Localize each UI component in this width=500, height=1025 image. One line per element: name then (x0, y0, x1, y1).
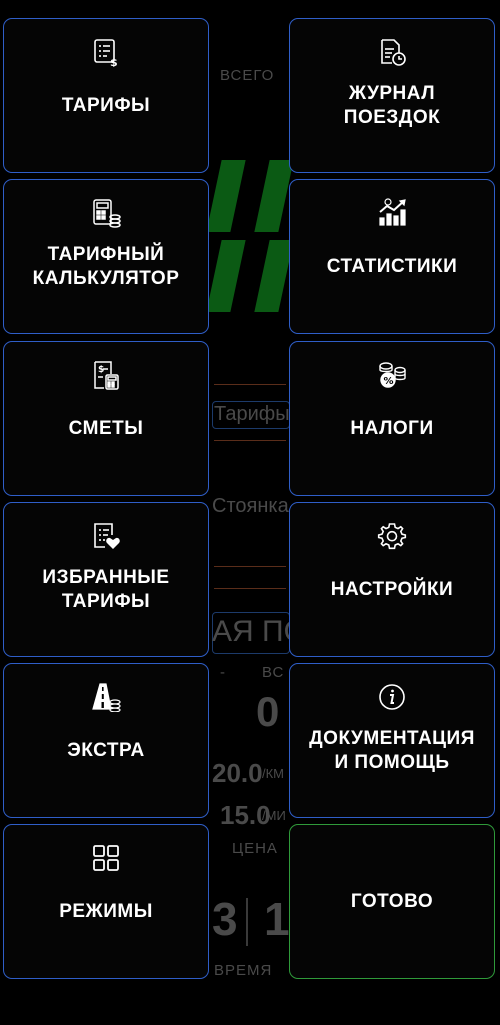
svg-text:%: % (384, 376, 394, 387)
digit-separator (246, 898, 248, 946)
menu-item-label: НАСТРОЙКИ (330, 578, 454, 600)
divider (214, 384, 286, 385)
time-label: ВРЕМЯ (214, 962, 273, 979)
menu-item-label: СМЕТЫ (68, 417, 144, 439)
svg-text:$: $ (110, 56, 118, 67)
total-label: ВСЕГО (220, 67, 275, 84)
road-coins-icon (89, 680, 123, 714)
total-short-label: ВС (262, 664, 285, 681)
dash: - (220, 664, 225, 681)
menu-item-tariff-calculator[interactable]: ТАРИФНЫЙ КАЛЬКУЛЯТОР (3, 179, 209, 334)
svg-text:$: $ (98, 365, 104, 375)
menu-item-modes[interactable]: РЕЖИМЫ (3, 824, 209, 979)
menu-item-extra[interactable]: ЭКСТРА (3, 663, 209, 818)
total-value: 0 (256, 688, 280, 735)
divider (214, 440, 286, 441)
menu-item-label: НАЛОГИ (350, 417, 434, 439)
rate-km: 20.0 (212, 758, 263, 788)
menu-item-label: ТАРИФНЫЙ КАЛЬКУЛЯТОР (32, 243, 180, 289)
tax-coins-icon: % (375, 358, 409, 392)
trip-log-icon (375, 35, 409, 69)
menu-item-label: ТАРИФЫ (61, 94, 151, 116)
done-button[interactable]: ГОТОВО (289, 824, 495, 979)
menu-item-label: СТАТИСТИКИ (326, 255, 458, 277)
digit-segment (206, 160, 246, 232)
done-button-label: ГОТОВО (350, 890, 434, 912)
price-label: ЦЕНА (232, 840, 278, 857)
calculator-coins-icon (89, 196, 123, 230)
menu-item-documentation-help[interactable]: ДОКУМЕНТАЦИЯ И ПОМОЩЬ (289, 663, 495, 818)
menu-item-label: ЭКСТРА (67, 739, 145, 761)
divider (214, 588, 286, 589)
rate-km-unit: /КМ (262, 766, 285, 781)
divider (214, 566, 286, 567)
digit-segment (206, 240, 246, 312)
menu-item-trip-log[interactable]: ЖУРНАЛ ПОЕЗДОК (289, 18, 495, 173)
menu-item-settings[interactable]: НАСТРОЙКИ (289, 502, 495, 657)
estimate-calculator-icon: $ (89, 358, 123, 392)
menu-item-statistics[interactable]: СТАТИСТИКИ (289, 179, 495, 334)
grid-icon (89, 841, 123, 875)
info-icon (375, 680, 409, 714)
menu-item-taxes[interactable]: % НАЛОГИ (289, 341, 495, 496)
gear-icon (375, 519, 409, 553)
digit-right: 1 (264, 893, 290, 945)
statistics-chart-icon (375, 196, 409, 230)
menu-item-label: ИЗБРАННЫЕ ТАРИФЫ (42, 566, 170, 612)
favorite-list-icon (89, 519, 123, 553)
tariff-label: Тарифы (214, 403, 290, 425)
menu-item-label: ЖУРНАЛ ПОЕЗДОК (343, 82, 441, 128)
menu-item-estimates[interactable]: $ СМЕТЫ (3, 341, 209, 496)
menu-item-label: РЕЖИМЫ (59, 900, 153, 922)
price-list-icon: $ (89, 35, 123, 69)
menu-item-favorite-tariffs[interactable]: ИЗБРАННЫЕ ТАРИФЫ (3, 502, 209, 657)
digit-segment (254, 240, 294, 312)
digit-left: 3 (212, 893, 238, 945)
menu-item-tariffs[interactable]: $ ТАРИФЫ (3, 18, 209, 173)
parking-label: Стоянка (212, 495, 289, 517)
digit-segment (254, 160, 294, 232)
menu-item-label: ДОКУМЕНТАЦИЯ И ПОМОЩЬ (309, 727, 475, 773)
rate-min-unit: /МИ (262, 808, 286, 823)
